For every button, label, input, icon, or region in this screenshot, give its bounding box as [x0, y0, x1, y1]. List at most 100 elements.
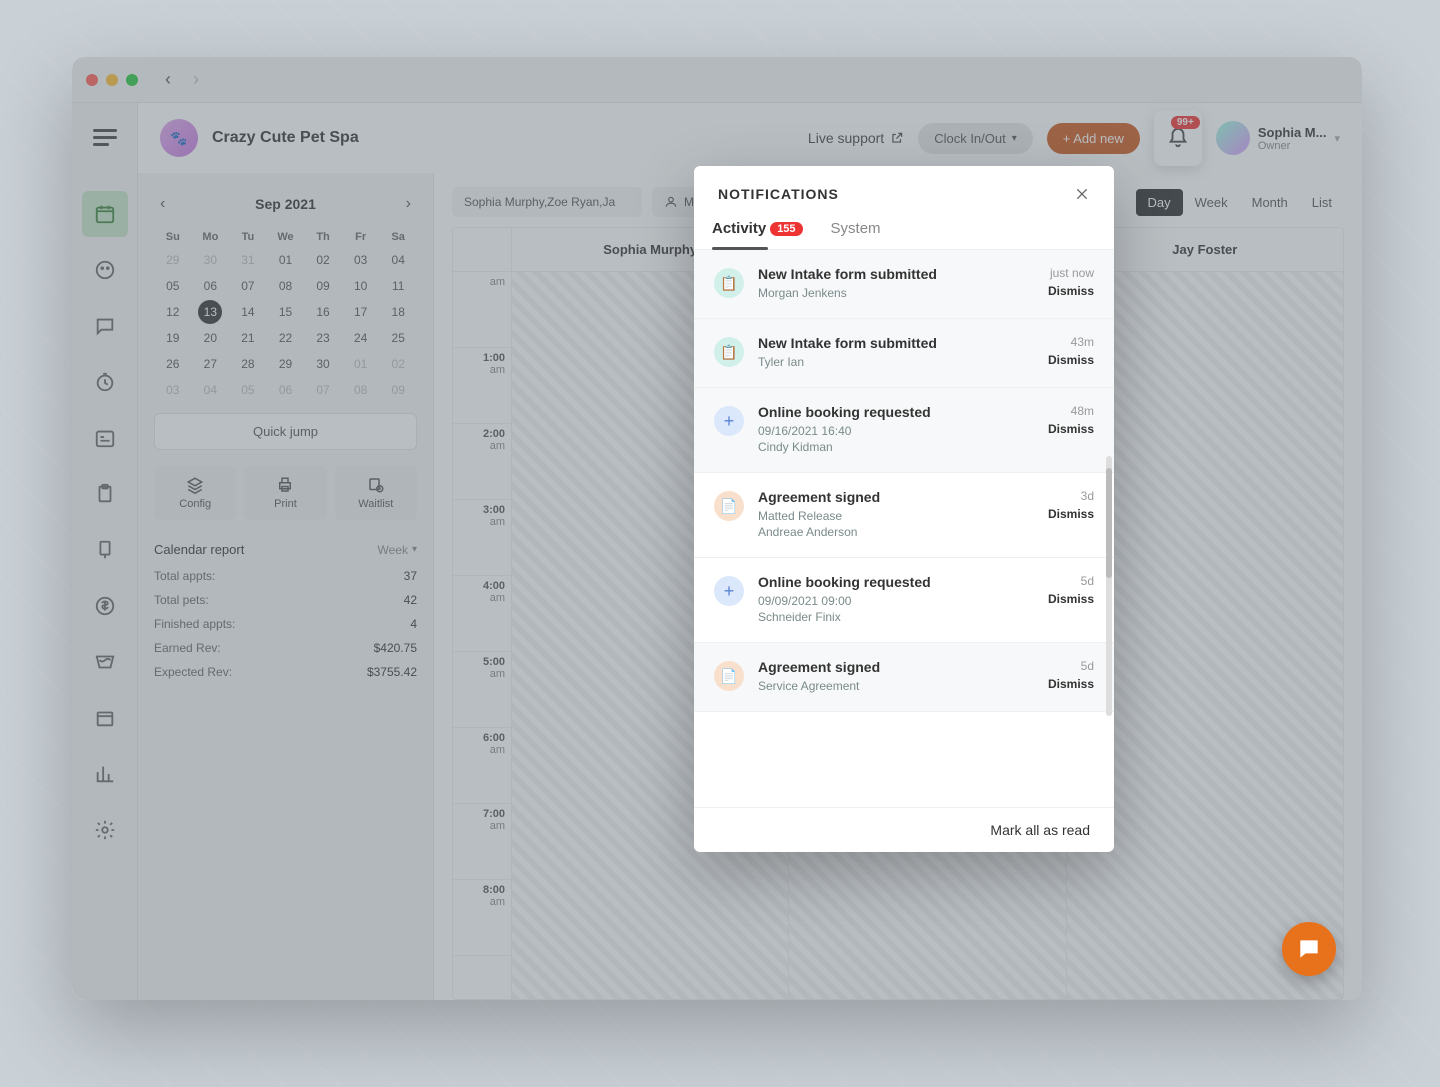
calendar-day[interactable]: 11 — [379, 273, 417, 299]
minimize-window[interactable] — [106, 74, 118, 86]
menu-toggle[interactable] — [93, 129, 117, 147]
calendar-day[interactable]: 02 — [379, 351, 417, 377]
tab-activity[interactable]: Activity 155 — [712, 220, 803, 249]
view-tab-week[interactable]: Week — [1183, 189, 1240, 216]
calendar-day[interactable]: 30 — [192, 247, 230, 273]
calendar-day[interactable]: 06 — [192, 273, 230, 299]
dismiss-button[interactable]: Dismiss — [1048, 507, 1094, 521]
prev-month[interactable]: ‹ — [156, 191, 169, 217]
print-button[interactable]: Print — [244, 466, 326, 520]
calendar-day[interactable]: 28 — [229, 351, 267, 377]
nav-money[interactable] — [82, 583, 128, 629]
dismiss-button[interactable]: Dismiss — [1048, 422, 1094, 436]
calendar-day[interactable]: 17 — [342, 299, 380, 325]
tab-system[interactable]: System — [831, 220, 881, 249]
nav-settings[interactable] — [82, 807, 128, 853]
calendar-day[interactable]: 24 — [342, 325, 380, 351]
calendar-day[interactable]: 12 — [154, 299, 192, 325]
calendar-day[interactable]: 14 — [229, 299, 267, 325]
nav-reports[interactable] — [82, 751, 128, 797]
live-support-link[interactable]: Live support — [808, 130, 904, 146]
clock-in-out-button[interactable]: Clock In/Out ▾ — [918, 123, 1033, 154]
notification-type-icon: 📋 — [714, 337, 744, 367]
calendar-day[interactable]: 02 — [304, 247, 342, 273]
calendar-day[interactable]: 04 — [192, 377, 230, 403]
scrollbar[interactable] — [1106, 456, 1112, 716]
nav-clock[interactable] — [82, 359, 128, 405]
calendar-day[interactable]: 07 — [229, 273, 267, 299]
calendar-day[interactable]: 04 — [379, 247, 417, 273]
calendar-day[interactable]: 08 — [342, 377, 380, 403]
maximize-window[interactable] — [126, 74, 138, 86]
notifications-button[interactable]: 99+ — [1154, 110, 1202, 166]
config-button[interactable]: Config — [154, 466, 236, 520]
nav-schedule[interactable] — [82, 415, 128, 461]
view-tab-list[interactable]: List — [1300, 189, 1344, 216]
calendar-day[interactable]: 30 — [304, 351, 342, 377]
add-new-button[interactable]: + Add new — [1047, 123, 1140, 154]
calendar-day[interactable]: 27 — [192, 351, 230, 377]
user-menu[interactable]: Sophia M... Owner ▾ — [1216, 121, 1340, 155]
calendar-day[interactable]: 03 — [154, 377, 192, 403]
calendar-day[interactable]: 05 — [154, 273, 192, 299]
nav-laundry[interactable] — [82, 639, 128, 685]
dismiss-button[interactable]: Dismiss — [1048, 592, 1094, 606]
calendar-day[interactable]: 16 — [304, 299, 342, 325]
nav-forward[interactable]: › — [186, 69, 206, 90]
dismiss-button[interactable]: Dismiss — [1048, 353, 1094, 367]
calendar-day[interactable]: 10 — [342, 273, 380, 299]
calendar-day[interactable]: 18 — [379, 299, 417, 325]
nav-clipboard[interactable] — [82, 471, 128, 517]
calendar-day[interactable]: 23 — [304, 325, 342, 351]
view-tab-day[interactable]: Day — [1136, 189, 1183, 216]
report-label: Total pets: — [154, 593, 209, 607]
calendar-day[interactable]: 31 — [229, 247, 267, 273]
nav-package[interactable] — [82, 695, 128, 741]
dollar-icon — [94, 595, 116, 617]
dismiss-button[interactable]: Dismiss — [1048, 284, 1094, 298]
calendar-day[interactable]: 08 — [267, 273, 305, 299]
staff-filter[interactable]: Sophia Murphy,Zoe Ryan,Ja — [452, 187, 642, 217]
nav-pets[interactable] — [82, 247, 128, 293]
calendar-day[interactable]: 06 — [267, 377, 305, 403]
calendar-day[interactable]: 29 — [154, 247, 192, 273]
support-fab[interactable] — [1282, 922, 1336, 976]
nav-chat[interactable] — [82, 303, 128, 349]
calendar-day[interactable]: 01 — [267, 247, 305, 273]
calendar-day[interactable]: 21 — [229, 325, 267, 351]
notification-item[interactable]: 📋New Intake form submittedMorgan Jenkens… — [694, 250, 1114, 319]
next-month[interactable]: › — [402, 191, 415, 217]
calendar-day[interactable]: 26 — [154, 351, 192, 377]
calendar-day[interactable]: 05 — [229, 377, 267, 403]
calendar-day[interactable]: 09 — [304, 273, 342, 299]
calendar-day[interactable]: 15 — [267, 299, 305, 325]
mark-all-read[interactable]: Mark all as read — [694, 807, 1114, 852]
notification-item[interactable]: 📄Agreement signedService Agreement5dDism… — [694, 643, 1114, 712]
calendar-day[interactable]: 22 — [267, 325, 305, 351]
notification-list[interactable]: 📋New Intake form submittedMorgan Jenkens… — [694, 250, 1114, 807]
notification-item[interactable]: 📋New Intake form submittedTyler Ian43mDi… — [694, 319, 1114, 388]
calendar-day[interactable]: 19 — [154, 325, 192, 351]
nav-calendar[interactable] — [82, 191, 128, 237]
close-button[interactable] — [1074, 186, 1090, 202]
waitlist-button[interactable]: Waitlist — [335, 466, 417, 520]
calendar-day[interactable]: 07 — [304, 377, 342, 403]
quick-jump-button[interactable]: Quick jump — [154, 413, 417, 450]
calendar-day[interactable]: 01 — [342, 351, 380, 377]
nav-back[interactable]: ‹ — [158, 69, 178, 90]
dismiss-button[interactable]: Dismiss — [1048, 677, 1094, 691]
calendar-day[interactable]: 25 — [379, 325, 417, 351]
view-tab-month[interactable]: Month — [1240, 189, 1300, 216]
notification-item[interactable]: +Online booking requested09/09/2021 09:0… — [694, 558, 1114, 643]
notification-item[interactable]: 📄Agreement signedMatted ReleaseAndreae A… — [694, 473, 1114, 558]
nav-tag[interactable] — [82, 527, 128, 573]
calendar-day[interactable]: 13 — [198, 300, 222, 324]
calendar-day[interactable]: 09 — [379, 377, 417, 403]
notification-subtext: 09/09/2021 09:00 — [758, 594, 1034, 608]
calendar-day[interactable]: 29 — [267, 351, 305, 377]
report-period-select[interactable]: Week ▾ — [378, 543, 418, 557]
close-window[interactable] — [86, 74, 98, 86]
notification-item[interactable]: +Online booking requested09/16/2021 16:4… — [694, 388, 1114, 473]
calendar-day[interactable]: 20 — [192, 325, 230, 351]
calendar-day[interactable]: 03 — [342, 247, 380, 273]
